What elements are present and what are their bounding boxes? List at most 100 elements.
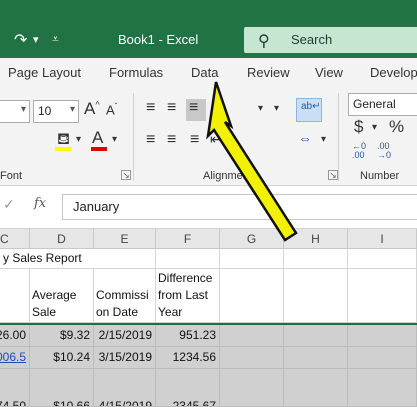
- table-row-cell[interactable]: [220, 369, 284, 407]
- column-header-f[interactable]: F: [156, 229, 220, 249]
- cell-value: 1234.56: [172, 350, 216, 364]
- cell-link[interactable]: 006.5: [0, 350, 26, 364]
- grow-font-button[interactable]: A^: [84, 99, 100, 119]
- table-row-cell[interactable]: 74.50: [0, 369, 30, 407]
- merge-dropdown-icon[interactable]: ▾: [321, 134, 326, 145]
- worksheet-grid: C D E F G H I y Sales Report Average Sal…: [0, 229, 417, 407]
- cell-value: 951.23: [179, 328, 216, 342]
- search-box[interactable]: ⚲ Search: [244, 27, 417, 53]
- decrease-decimal-icon[interactable]: .00 →0: [377, 142, 391, 160]
- cell[interactable]: [284, 249, 348, 269]
- table-row-cell[interactable]: 3/15/2019: [94, 347, 156, 369]
- cell[interactable]: [156, 249, 220, 269]
- table-row-cell[interactable]: [348, 369, 417, 407]
- cell[interactable]: [220, 249, 284, 269]
- font-color-dropdown-icon[interactable]: ▾: [112, 134, 117, 145]
- chevron-down-icon: ▾: [20, 104, 26, 115]
- tab-view[interactable]: View: [315, 65, 343, 80]
- formula-value: January: [73, 199, 120, 214]
- decrease-indent-icon[interactable]: ⇤: [210, 131, 222, 148]
- title-bar: ↷ ▾ ⩡ Book1 - Excel ⚲ Search: [0, 0, 417, 58]
- font-size-select[interactable]: 10 ▾: [33, 100, 79, 123]
- table-row-cell[interactable]: [220, 325, 284, 347]
- align-top-icon[interactable]: ≡: [146, 99, 155, 117]
- customize-qat-icon[interactable]: ⩡: [52, 32, 59, 47]
- column-header-c[interactable]: C: [0, 229, 30, 249]
- table-row-cell[interactable]: [284, 325, 348, 347]
- tab-formulas[interactable]: Formulas: [109, 65, 163, 80]
- tab-page-layout[interactable]: Page Layout: [8, 65, 81, 80]
- cell-value: 2345.67: [172, 399, 216, 407]
- increase-decimal-icon[interactable]: ←0.00: [352, 142, 366, 160]
- table-row-cell[interactable]: 2345.67: [156, 369, 220, 407]
- orientation-dropdown-icon-2[interactable]: ▾: [274, 103, 279, 114]
- report-title-cell[interactable]: y Sales Report: [0, 249, 156, 269]
- align-bottom-icon: ≡: [189, 99, 199, 116]
- table-row-cell[interactable]: [284, 347, 348, 369]
- cell[interactable]: [220, 269, 284, 323]
- percent-button[interactable]: %: [389, 117, 404, 137]
- column-header-e[interactable]: E: [94, 229, 156, 249]
- header-commission-date[interactable]: Commissi on Date: [94, 269, 156, 323]
- merge-center-icon[interactable]: ⇔: [298, 130, 312, 146]
- cell[interactable]: [0, 269, 30, 323]
- orientation-dropdown-icon[interactable]: ▾: [258, 103, 263, 114]
- tab-developer[interactable]: Develop: [370, 65, 417, 80]
- header-difference[interactable]: Difference from Last Year: [156, 269, 220, 323]
- font-color-button[interactable]: A: [92, 128, 103, 148]
- align-center-icon[interactable]: ≡: [167, 131, 176, 149]
- currency-button[interactable]: $: [354, 117, 363, 137]
- cell[interactable]: [284, 269, 348, 323]
- column-header-d[interactable]: D: [30, 229, 94, 249]
- table-row-cell[interactable]: $10.24: [30, 347, 94, 369]
- table-row-cell[interactable]: $10.66: [30, 369, 94, 407]
- redo-dropdown-icon[interactable]: ▾: [33, 33, 39, 46]
- cell[interactable]: [348, 269, 417, 323]
- cell[interactable]: [348, 249, 417, 269]
- cell-value: 74.50: [0, 399, 26, 407]
- font-group-label: Font: [0, 170, 23, 182]
- alignment-dialog-launcher-icon[interactable]: ↘: [328, 170, 338, 180]
- table-row-cell[interactable]: 26.00: [0, 325, 30, 347]
- grow-font-label: A: [84, 99, 96, 118]
- formula-buttons: ✓ fx: [0, 186, 58, 228]
- header-average-sale[interactable]: Average Sale: [30, 269, 94, 323]
- table-row-cell[interactable]: [284, 369, 348, 407]
- column-header-h[interactable]: H: [284, 229, 348, 249]
- number-group-label: Number: [360, 170, 400, 182]
- redo-icon[interactable]: ↷: [14, 30, 27, 50]
- wrap-text-icon: ab↵: [301, 101, 321, 112]
- table-row-cell[interactable]: 2/15/2019: [94, 325, 156, 347]
- enter-check-icon[interactable]: ✓: [3, 196, 15, 213]
- search-icon: ⚲: [258, 33, 270, 50]
- fill-color-dropdown-icon[interactable]: ▾: [76, 134, 81, 145]
- table-row-cell[interactable]: [348, 347, 417, 369]
- table-row-cell[interactable]: 1234.56: [156, 347, 220, 369]
- align-right-icon[interactable]: ≡: [190, 131, 199, 149]
- tab-review[interactable]: Review: [247, 65, 290, 80]
- shrink-font-button[interactable]: Aˇ: [106, 102, 117, 117]
- table-row-cell[interactable]: [220, 347, 284, 369]
- number-format-select[interactable]: General: [348, 93, 417, 116]
- table-row-cell[interactable]: 951.23: [156, 325, 220, 347]
- formula-input[interactable]: January: [62, 194, 417, 220]
- align-middle-icon[interactable]: ≡: [167, 99, 176, 117]
- table-row-cell[interactable]: [348, 325, 417, 347]
- column-header-i[interactable]: I: [348, 229, 417, 249]
- table-row-cell[interactable]: $9.32: [30, 325, 94, 347]
- align-left-icon[interactable]: ≡: [146, 131, 155, 149]
- table-row-cell[interactable]: 4/15/2019: [94, 369, 156, 407]
- cell-value: $9.32: [59, 328, 90, 342]
- wrap-text-button[interactable]: ab↵: [296, 98, 322, 122]
- cell-value: 26.00: [0, 328, 26, 342]
- font-dialog-launcher-icon[interactable]: ↘: [121, 170, 131, 180]
- report-title-text: y Sales Report: [3, 251, 82, 265]
- column-header-g[interactable]: G: [220, 229, 284, 249]
- insert-function-icon[interactable]: fx: [34, 196, 46, 211]
- table-row-cell[interactable]: 006.5: [0, 347, 30, 369]
- search-label: Search: [291, 32, 333, 47]
- tab-data[interactable]: Data: [191, 65, 218, 80]
- font-name-select[interactable]: ▾: [0, 100, 30, 123]
- currency-dropdown-icon[interactable]: ▾: [372, 122, 377, 133]
- cell-value: $10.66: [53, 399, 90, 407]
